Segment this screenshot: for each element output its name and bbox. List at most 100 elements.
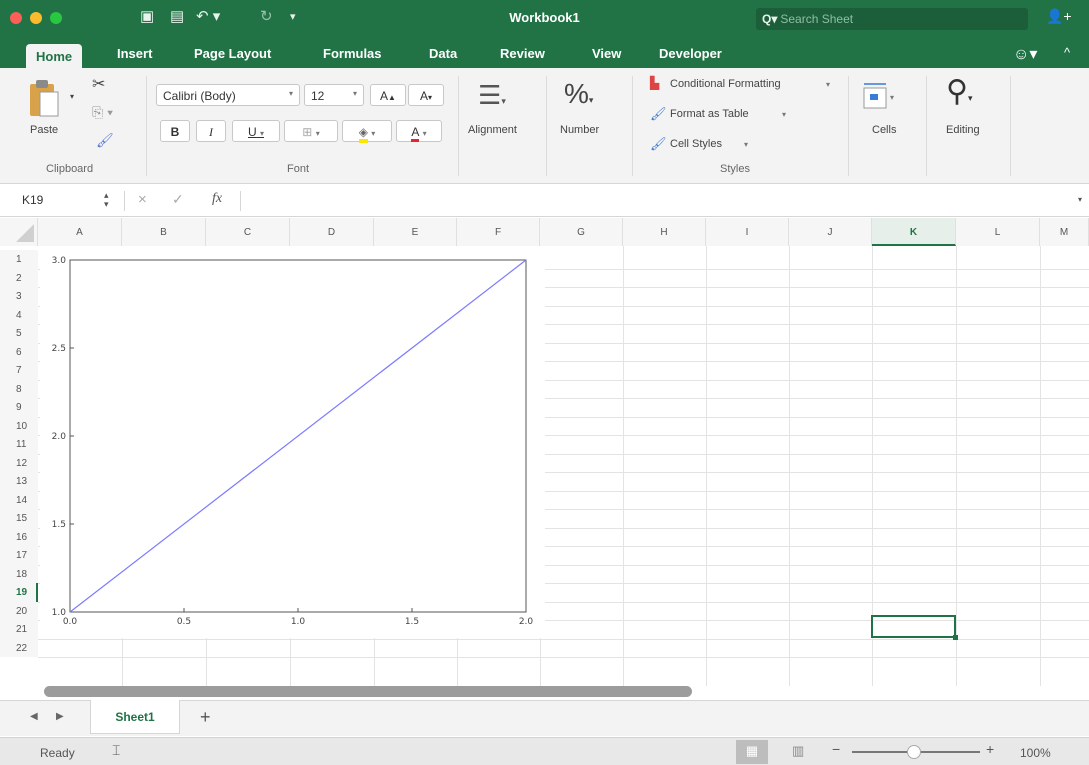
row-header-4[interactable]: 4 <box>0 305 38 324</box>
column-header-i[interactable]: I <box>706 218 789 246</box>
tab-home[interactable]: Home <box>26 44 83 68</box>
cancel-entry-icon[interactable]: × <box>138 191 147 208</box>
cells-icon[interactable]: ▾ <box>862 80 898 110</box>
copy-icon[interactable]: ⎘ ▾ <box>92 104 113 121</box>
paste-label[interactable]: Paste <box>30 124 58 136</box>
row-header-8[interactable]: 8 <box>0 379 38 398</box>
row-header-19[interactable]: 19 <box>0 583 38 602</box>
row-header-5[interactable]: 5 <box>0 324 38 343</box>
alignment-icon[interactable]: ☰▾ <box>478 80 506 111</box>
borders-button[interactable]: ⊞ ▾ <box>284 120 338 142</box>
bold-button[interactable]: B <box>160 120 190 142</box>
zoom-window-button[interactable] <box>50 12 62 24</box>
tab-review[interactable]: Review <box>500 46 545 68</box>
cells-label[interactable]: Cells <box>872 124 896 136</box>
name-box-stepper-icon[interactable]: ▴ ▾ <box>104 191 109 209</box>
row-header-9[interactable]: 9 <box>0 398 38 417</box>
fill-color-button[interactable]: ◈ ▾ <box>342 120 392 143</box>
collapse-ribbon-icon[interactable]: ^ <box>1064 45 1070 60</box>
tab-formulas[interactable]: Formulas <box>323 46 382 68</box>
column-header-m[interactable]: M <box>1040 218 1089 246</box>
shrink-font-button[interactable]: A▾ <box>408 84 444 106</box>
selected-cell-k19[interactable] <box>871 615 956 638</box>
zoom-in-button[interactable]: + <box>986 741 994 757</box>
conditional-formatting-icon[interactable]: ▙ <box>650 76 659 90</box>
row-header-10[interactable]: 10 <box>0 416 38 435</box>
feedback-smiley-icon[interactable]: ☺▾ <box>1013 44 1037 64</box>
row-header-16[interactable]: 16 <box>0 527 38 546</box>
row-header-1[interactable]: 1 <box>0 250 38 269</box>
zoom-slider[interactable] <box>852 745 980 759</box>
tab-data[interactable]: Data <box>429 46 457 68</box>
undo-icon[interactable]: ↶ ▾ <box>196 8 220 26</box>
save-icon[interactable]: ▤ <box>170 8 184 26</box>
tab-view[interactable]: View <box>592 46 621 68</box>
paste-icon[interactable] <box>26 78 62 118</box>
row-header-2[interactable]: 2 <box>0 268 38 287</box>
row-header-22[interactable]: 22 <box>0 638 38 657</box>
paste-dropdown-icon[interactable]: ▾ <box>70 92 74 101</box>
column-header-g[interactable]: G <box>540 218 623 246</box>
tab-developer[interactable]: Developer <box>659 46 722 68</box>
editing-label[interactable]: Editing <box>946 124 980 136</box>
format-painter-icon[interactable]: 🖌 <box>96 132 114 149</box>
row-header-6[interactable]: 6 <box>0 342 38 361</box>
row-header-20[interactable]: 20 <box>0 601 38 620</box>
minimize-window-button[interactable] <box>30 12 42 24</box>
column-header-a[interactable]: A <box>38 218 122 246</box>
grow-font-button[interactable]: A▲ <box>370 84 406 106</box>
column-header-e[interactable]: E <box>374 218 457 246</box>
row-header-17[interactable]: 17 <box>0 546 38 565</box>
row-header-11[interactable]: 11 <box>0 435 38 454</box>
number-label[interactable]: Number <box>560 124 599 136</box>
add-sheet-button[interactable]: + <box>200 707 211 728</box>
column-header-c[interactable]: C <box>206 218 290 246</box>
zoom-slider-knob[interactable] <box>907 745 921 759</box>
name-box[interactable]: K19 <box>22 193 43 207</box>
row-header-13[interactable]: 13 <box>0 472 38 491</box>
row-header-14[interactable]: 14 <box>0 490 38 509</box>
column-header-b[interactable]: B <box>122 218 206 246</box>
conditional-formatting-button[interactable]: Conditional Formatting <box>670 78 781 90</box>
column-header-l[interactable]: L <box>956 218 1040 246</box>
normal-view-button[interactable]: ▦ <box>736 740 768 764</box>
prev-sheet-icon[interactable]: ◀ <box>30 711 38 722</box>
horizontal-scrollbar[interactable] <box>44 686 692 697</box>
select-all-corner[interactable] <box>0 218 38 246</box>
italic-button[interactable]: I <box>196 120 226 142</box>
alignment-label[interactable]: Alignment <box>468 124 517 136</box>
font-family-select[interactable]: Calibri (Body) ▾ <box>156 84 300 106</box>
chart-area[interactable]: 0.0 0.5 1.0 1.5 2.0 1.0 1.5 2.0 2.5 3.0 <box>40 246 545 638</box>
macro-record-icon[interactable]: ⌶ <box>112 742 120 759</box>
sidebar-toggle-icon[interactable]: ▣ <box>140 8 154 26</box>
row-header-15[interactable]: 15 <box>0 509 38 528</box>
customize-toolbar-icon[interactable]: ▾ <box>290 8 296 26</box>
font-color-button[interactable]: A ▾ <box>396 120 442 142</box>
page-layout-view-icon[interactable]: ▥ <box>792 743 804 759</box>
underline-button[interactable]: U ▾ <box>232 120 280 142</box>
formula-input[interactable] <box>250 193 1070 211</box>
next-sheet-icon[interactable]: ▶ <box>56 711 64 722</box>
row-header-18[interactable]: 18 <box>0 564 38 583</box>
cell-styles-icon[interactable]: 🖌 <box>650 136 667 152</box>
column-header-h[interactable]: H <box>623 218 706 246</box>
share-user-icon[interactable]: 👤+ <box>1046 8 1072 25</box>
row-header-3[interactable]: 3 <box>0 287 38 306</box>
insert-function-icon[interactable]: fx <box>212 191 222 207</box>
tab-insert[interactable]: Insert <box>117 46 152 68</box>
format-as-table-icon[interactable]: 🖌 <box>650 106 667 122</box>
row-header-21[interactable]: 21 <box>0 620 38 639</box>
sheet-tab-sheet1[interactable]: Sheet1 <box>90 700 180 734</box>
close-window-button[interactable] <box>10 12 22 24</box>
percent-icon[interactable]: %▾ <box>564 78 593 110</box>
row-header-12[interactable]: 12 <box>0 453 38 472</box>
search-sheet-input[interactable]: Q▾ Search Sheet <box>756 8 1028 30</box>
editing-search-icon[interactable]: ⚲▾ <box>946 74 973 109</box>
confirm-entry-icon[interactable]: ✓ <box>172 191 184 208</box>
column-header-k[interactable]: K <box>872 218 956 246</box>
font-size-select[interactable]: 12 ▾ <box>304 84 364 106</box>
cut-icon[interactable]: ✂ <box>92 74 105 94</box>
cell-styles-button[interactable]: Cell Styles <box>670 138 722 150</box>
tab-page-layout[interactable]: Page Layout <box>194 46 271 68</box>
fill-handle[interactable] <box>953 635 958 640</box>
